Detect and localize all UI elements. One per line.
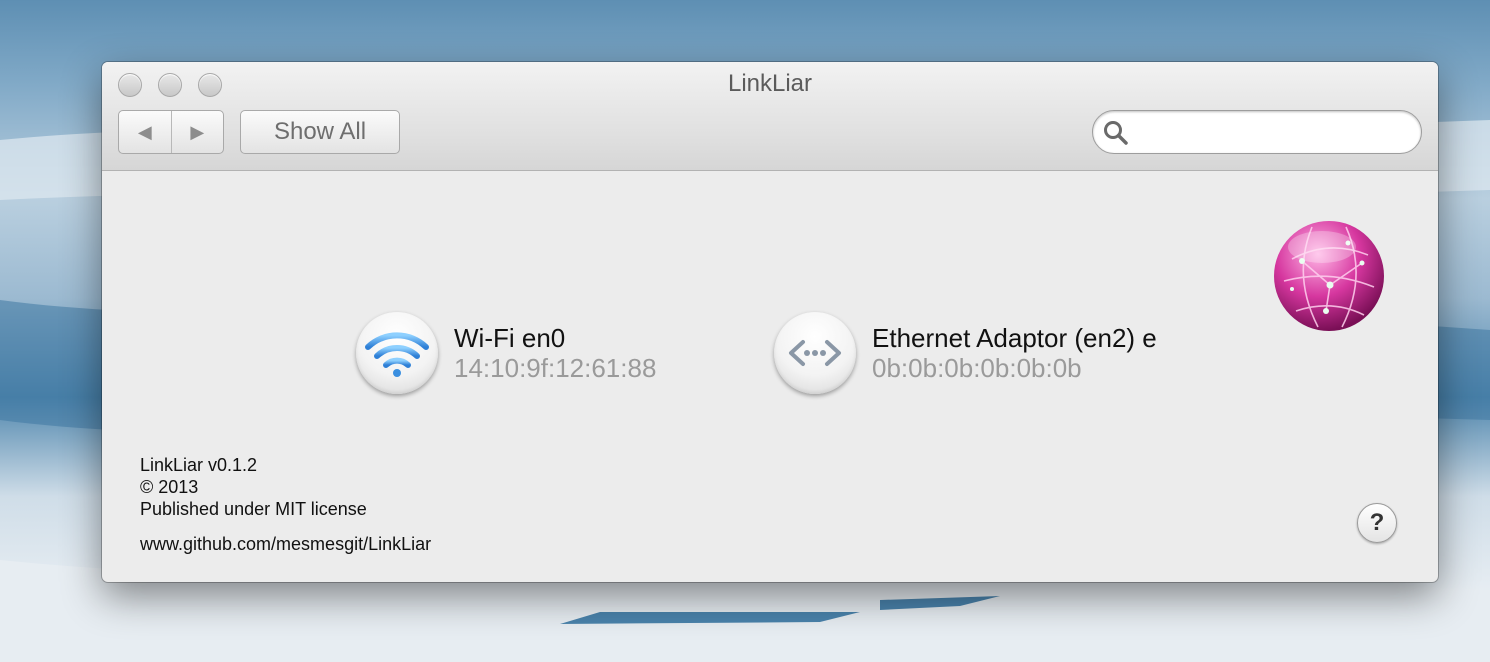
mac-address: 14:10:9f:12:61:88 bbox=[454, 353, 657, 383]
show-all-button[interactable]: Show All bbox=[240, 110, 400, 154]
pane-content: Wi-Fi en0 14:10:9f:12:61:88 Ethernet Ada… bbox=[102, 171, 1438, 582]
interface-name: Wi-Fi en0 bbox=[454, 323, 566, 353]
interface-name: Ethernet Adaptor (en2) e bbox=[872, 323, 1157, 353]
interface-ethernet[interactable]: Ethernet Adaptor (en2) e 0b:0b:0b:0b:0b:… bbox=[774, 312, 1157, 394]
license-text: Published under MIT license bbox=[140, 499, 367, 519]
preferences-window: LinkLiar ◀ ▶ Show All Wi-Fi en0 14:10:9f… bbox=[102, 62, 1438, 582]
network-globe-icon bbox=[1274, 221, 1384, 331]
version-text: LinkLiar v0.1.2 bbox=[140, 455, 258, 475]
copyright-text: © 2013 bbox=[140, 477, 199, 497]
forward-arrow-icon: ▶ bbox=[190, 121, 205, 142]
project-url-link[interactable]: www.github.com/mesmesgit/LinkLiar bbox=[140, 534, 431, 555]
about-info: LinkLiar v0.1.2 © 2013 Published under M… bbox=[140, 454, 367, 520]
ethernet-icon bbox=[774, 312, 856, 394]
title-bar: LinkLiar ◀ ▶ Show All bbox=[102, 62, 1438, 171]
back-button[interactable]: ◀ bbox=[119, 111, 171, 153]
help-button[interactable]: ? bbox=[1357, 503, 1397, 543]
interface-wifi[interactable]: Wi-Fi en0 14:10:9f:12:61:88 bbox=[356, 312, 656, 394]
search-field[interactable] bbox=[1092, 110, 1422, 154]
back-arrow-icon: ◀ bbox=[137, 121, 152, 142]
navigation-buttons: ◀ ▶ bbox=[118, 110, 224, 154]
mac-address: 0b:0b:0b:0b:0b:0b bbox=[872, 353, 1082, 383]
forward-button[interactable]: ▶ bbox=[170, 111, 224, 153]
search-input[interactable] bbox=[1135, 117, 1409, 147]
search-icon bbox=[1104, 121, 1128, 145]
wifi-icon bbox=[356, 312, 438, 394]
window-title: LinkLiar bbox=[727, 70, 813, 97]
